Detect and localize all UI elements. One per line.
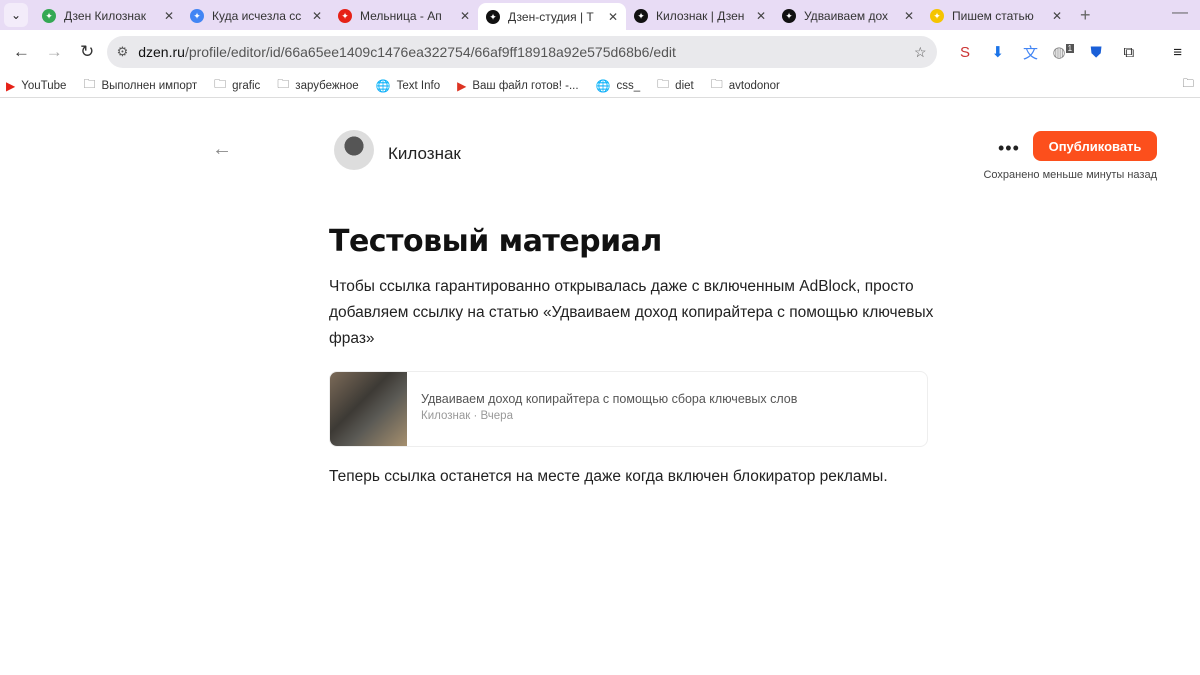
tab-title: Куда исчезла сс <box>212 9 302 23</box>
close-tab-icon[interactable]: ✕ <box>1052 9 1062 23</box>
globe-icon: 🌐 <box>375 78 391 93</box>
url-text: dzen.ru/profile/editor/id/66a65ee1409c14… <box>138 44 914 60</box>
forward-button[interactable]: → <box>41 42 68 62</box>
bookmark-item[interactable]: 🗀 зарубежное <box>277 75 358 96</box>
bookmark-item[interactable]: ▶ YouTube <box>6 75 66 96</box>
media-control-icon[interactable]: ≡ <box>1163 44 1192 61</box>
translate-extension-icon[interactable]: 文 <box>1016 42 1045 63</box>
site-settings-icon[interactable]: ⚙ <box>117 44 129 60</box>
more-options-icon[interactable]: ••• <box>998 138 1020 159</box>
bookmark-label: Ваш файл готов! -... <box>472 79 579 92</box>
youtube-icon: ✦ <box>338 9 352 23</box>
bookmark-label: зарубежное <box>295 79 359 92</box>
bookmarks-bar: ▶ YouTube 🗀 Выполнен импорт 🗀 grafic 🗀 зарубежн… <box>0 74 1200 98</box>
dzen-icon: ✦ <box>486 10 500 24</box>
tab[interactable]: ✦ Пишем статью ✕ <box>922 3 1070 29</box>
bookmark-label: diet <box>675 79 694 92</box>
other-bookmarks-folder-icon[interactable]: 🗀 <box>1183 76 1195 95</box>
tab-title: Килознак | Дзен <box>656 9 745 23</box>
folder-icon: 🗀 <box>710 77 723 91</box>
tab[interactable]: ✦ Мельница - Ап ✕ <box>330 3 478 29</box>
tab-title: Пишем статью <box>952 9 1034 23</box>
download-extension-icon[interactable]: ⬇ <box>983 43 1012 61</box>
tab-strip: ⌄ ✦ Дзен Килознак ✕ ✦ Куда исчезла сс ✕ ✦ Мельн… <box>0 0 1200 31</box>
close-tab-icon[interactable]: ✕ <box>756 9 766 23</box>
tab[interactable]: ✦ Килознак | Дзен ✕ <box>626 3 774 29</box>
tab-title: Дзен-студия | Т <box>508 10 594 24</box>
tab-title: Мельница - Ап <box>360 9 442 23</box>
card-title: Удваиваем доход копирайтера с помощью сб… <box>421 392 798 406</box>
article-paragraph[interactable]: Чтобы ссылка гарантированно открывалась … <box>329 274 939 352</box>
folder-icon: 🗀 <box>657 77 670 91</box>
bookmark-item[interactable]: 🗀 avtodonor <box>711 75 780 96</box>
bookmark-item[interactable]: ▶ Ваш файл готов! -... <box>457 75 578 96</box>
article-paragraph[interactable]: Теперь ссылка останется на месте даже ко… <box>329 468 888 486</box>
article-title[interactable]: Тестовый материал <box>329 224 662 259</box>
extension-with-badge-icon[interactable]: ◍ 1 <box>1049 43 1078 61</box>
extension-badge: 1 <box>1065 44 1075 53</box>
toolbar: ← → ↻ ⚙ dzen.ru/profile/editor/id/66a65e… <box>0 30 1200 74</box>
bookmark-label: css_ <box>616 79 641 92</box>
video-icon: ▶ <box>457 78 467 93</box>
bookmark-item[interactable]: 🗀 diet <box>657 75 694 96</box>
close-tab-icon[interactable]: ✕ <box>164 9 174 23</box>
card-thumbnail <box>330 372 407 446</box>
bookmark-item[interactable]: 🌐 css_ <box>596 75 641 96</box>
close-tab-icon[interactable]: ✕ <box>312 9 322 23</box>
bookmark-label: avtodonor <box>728 79 780 92</box>
tab-title: Дзен Килознак <box>64 9 146 23</box>
bookmark-label: Text Info <box>396 79 441 92</box>
close-tab-icon[interactable]: ✕ <box>460 9 470 23</box>
tab-search-button[interactable]: ⌄ <box>4 3 28 27</box>
back-arrow-icon[interactable]: ← <box>212 138 232 161</box>
article-link-card[interactable]: Удваиваем доход копирайтера с помощью сб… <box>329 371 928 447</box>
bookmark-label: YouTube <box>21 79 67 92</box>
back-button[interactable]: ← <box>8 42 35 62</box>
google-drive-icon: ✦ <box>42 9 56 23</box>
tab-title: Удваиваем дох <box>804 9 889 23</box>
bookmark-item[interactable]: 🌐 Text Info <box>376 75 440 96</box>
tab[interactable]: ✦ Удваиваем дох ✕ <box>774 3 922 29</box>
seo-extension-icon[interactable]: S <box>951 44 980 61</box>
tab[interactable]: ✦ Дзен Килознак ✕ <box>34 3 182 29</box>
bookmark-item[interactable]: 🗀 grafic <box>214 75 260 96</box>
card-meta: Килознак · Вчера <box>421 410 513 422</box>
close-tab-icon[interactable]: ✕ <box>608 10 618 24</box>
channel-avatar <box>334 130 374 170</box>
tab[interactable]: ✦ Куда исчезла сс ✕ <box>182 3 330 29</box>
folder-icon: 🗀 <box>277 77 290 91</box>
close-tab-icon[interactable]: ✕ <box>904 9 914 23</box>
reload-button[interactable]: ↻ <box>74 42 101 62</box>
extensions-puzzle-icon[interactable]: ⧉ <box>1114 44 1143 61</box>
bookmark-item[interactable]: 🗀 Выполнен импорт <box>83 75 197 96</box>
bookmark-label: Выполнен импорт <box>101 79 198 92</box>
youtube-icon: ▶ <box>6 78 16 93</box>
url-path: /profile/editor/id/66a65ee1409c1476ea322… <box>184 44 676 60</box>
google-docs-icon: ✦ <box>190 9 204 23</box>
editor-page: ← Килознак ••• Опубликовать Сохранено ме… <box>0 108 1200 675</box>
folder-icon: 🗀 <box>83 77 96 91</box>
dzen-icon: ✦ <box>782 9 796 23</box>
bookmark-label: grafic <box>232 79 261 92</box>
save-status: Сохранено меньше минуты назад <box>983 169 1157 181</box>
channel-name: Килознак <box>388 144 461 163</box>
tab[interactable]: ✦ Дзен-студия | Т ✕ <box>478 3 626 31</box>
bookmark-star-icon[interactable]: ☆ <box>914 44 927 61</box>
globe-icon: 🌐 <box>595 78 611 93</box>
folder-icon: 🗀 <box>214 77 227 91</box>
address-bar[interactable]: ⚙ dzen.ru/profile/editor/id/66a65ee1409c… <box>106 36 937 68</box>
dzen-icon: ✦ <box>634 9 648 23</box>
url-domain: dzen.ru <box>138 44 185 60</box>
shield-extension-icon[interactable]: ⛊ <box>1082 44 1111 61</box>
minimize-button[interactable]: — <box>1172 4 1188 22</box>
publish-button[interactable]: Опубликовать <box>1033 131 1157 161</box>
play-icon: ✦ <box>930 9 944 23</box>
new-tab-button[interactable]: + <box>1080 5 1091 26</box>
